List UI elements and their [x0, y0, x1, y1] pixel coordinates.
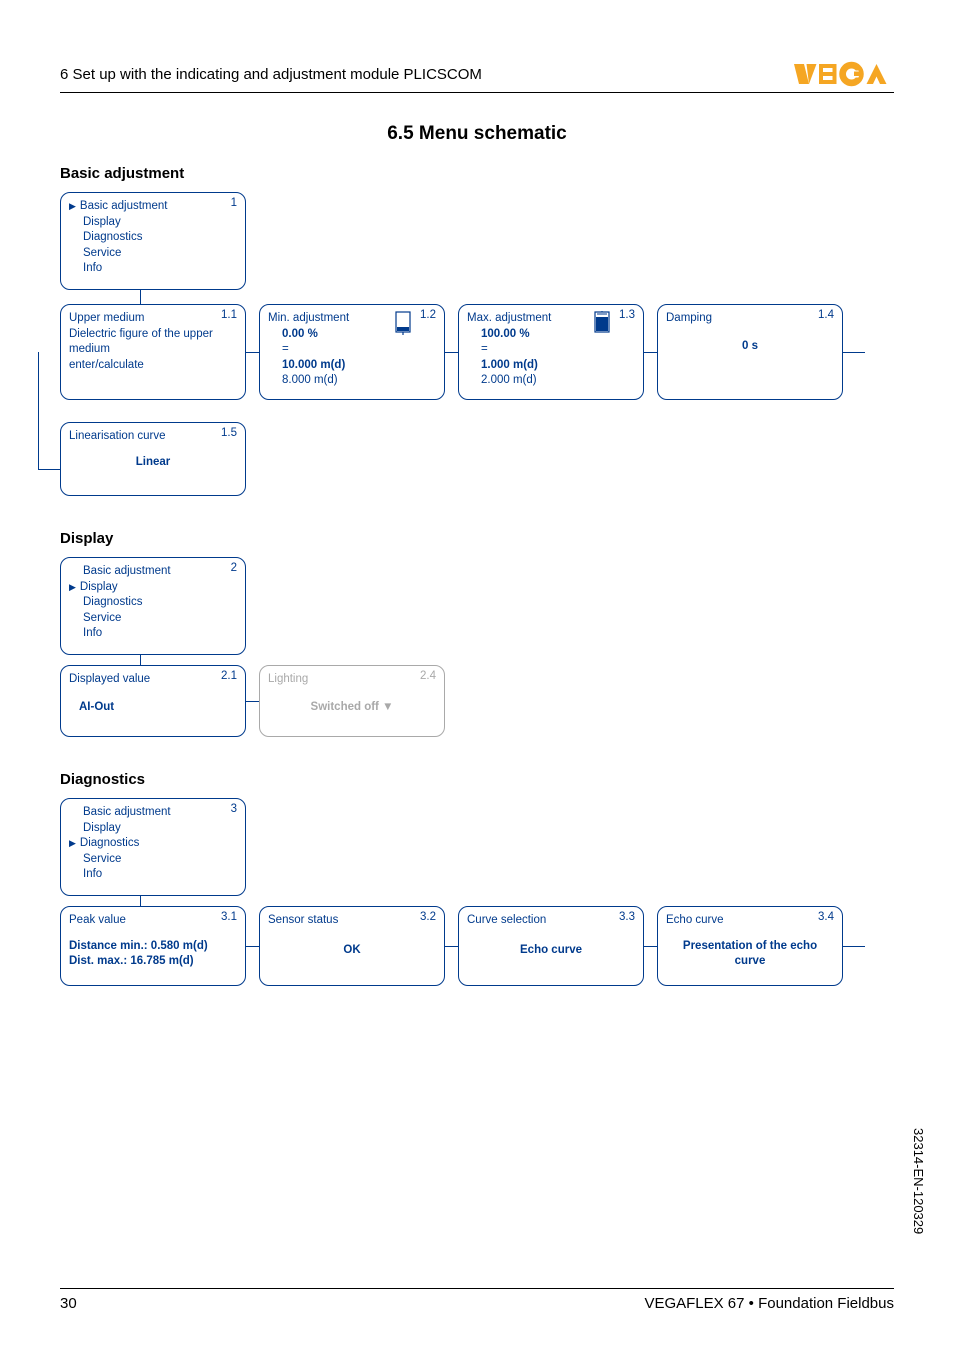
- curve-selection-box: 3.3 Curve selection Echo curve: [458, 906, 644, 986]
- box-line: 10.000 m(d): [282, 358, 436, 374]
- box-line: OK: [268, 943, 436, 959]
- box-title: Peak value: [69, 913, 237, 929]
- box-number: 2.4: [420, 670, 436, 682]
- box-number: 1.4: [818, 309, 834, 321]
- display-menu-box: 2 Basic adjustment Display Diagnostics S…: [60, 557, 246, 655]
- box-number: 1.1: [221, 309, 237, 321]
- box-line: 0.00 %: [282, 327, 436, 343]
- menu-item: Basic adjustment: [83, 805, 237, 821]
- sensor-status-box: 3.2 Sensor status OK: [259, 906, 445, 986]
- diagnostics-heading: Diagnostics: [60, 771, 894, 788]
- box-number: 3.2: [420, 911, 436, 923]
- box-line: 100.00 %: [481, 327, 635, 343]
- basic-menu-box: 1 Basic adjustment Display Diagnostics S…: [60, 192, 246, 290]
- box-number: 2.1: [221, 670, 237, 682]
- box-title: Upper medium: [69, 311, 237, 327]
- box-title: Displayed value: [69, 672, 237, 688]
- tank-high-icon: [593, 311, 611, 338]
- box-line: 8.000 m(d): [282, 373, 436, 389]
- linearisation-box: 1.5 Linearisation curve Linear: [60, 422, 246, 496]
- damping-box: 1.4 Damping 0 s: [657, 304, 843, 400]
- box-number: 3.3: [619, 911, 635, 923]
- box-line: enter/calculate: [69, 358, 237, 374]
- menu-item: Service: [83, 611, 237, 627]
- max-adjustment-box: 1.3 Max. adjustment 100.00 % = 1.000 m(d…: [458, 304, 644, 400]
- box-number: 3.1: [221, 911, 237, 923]
- box-line: Distance min.: 0.580 m(d): [69, 939, 237, 955]
- diag-menu-box: 3 Basic adjustment Display Diagnostics S…: [60, 798, 246, 896]
- menu-item: Info: [83, 867, 237, 883]
- box-line: =: [282, 342, 436, 358]
- document-code: 32314-EN-120329: [911, 1128, 926, 1234]
- menu-item: Service: [83, 852, 237, 868]
- menu-item: Diagnostics: [69, 836, 237, 852]
- menu-item: Diagnostics: [83, 595, 237, 611]
- box-title: Echo curve: [666, 913, 834, 929]
- menu-item: Service: [83, 246, 237, 262]
- page-footer: 30 VEGAFLEX 67 • Foundation Fieldbus: [60, 1288, 894, 1312]
- box-line: =: [481, 342, 635, 358]
- box-title: Curve selection: [467, 913, 635, 929]
- box-line: 1.000 m(d): [481, 358, 635, 374]
- display-heading: Display: [60, 530, 894, 547]
- box-number: 3: [231, 803, 237, 815]
- box-line: Switched off ▼: [268, 700, 436, 716]
- box-title: Lighting: [268, 672, 436, 688]
- menu-item: Display: [83, 821, 237, 837]
- display-diagram: 2 Basic adjustment Display Diagnostics S…: [60, 557, 894, 737]
- menu-item: Basic adjustment: [69, 199, 237, 215]
- box-line: Dist. max.: 16.785 m(d): [69, 954, 237, 970]
- echo-curve-box: 3.4 Echo curve Presentation of the echo …: [657, 906, 843, 986]
- upper-medium-box: 1.1 Upper medium Dielectric figure of th…: [60, 304, 246, 400]
- menu-item: Info: [83, 261, 237, 277]
- section-title: 6.5 Menu schematic: [60, 123, 894, 145]
- box-number: 2: [231, 562, 237, 574]
- vega-logo-icon: [794, 60, 894, 88]
- box-line: Dielectric figure of the upper medium: [69, 327, 237, 358]
- box-line: AI-Out: [79, 700, 237, 716]
- box-line: Presentation of the echo curve: [666, 939, 834, 970]
- basic-diagram: 1 Basic adjustment Display Diagnostics S…: [60, 192, 894, 496]
- box-line: 0 s: [666, 339, 834, 355]
- product-name: VEGAFLEX 67 • Foundation Fieldbus: [644, 1295, 894, 1312]
- menu-item: Basic adjustment: [83, 564, 237, 580]
- box-number: 1.5: [221, 427, 237, 439]
- chapter-title: 6 Set up with the indicating and adjustm…: [60, 66, 482, 83]
- box-number: 3.4: [818, 911, 834, 923]
- menu-item: Display: [69, 580, 237, 596]
- basic-heading: Basic adjustment: [60, 165, 894, 182]
- diagnostics-diagram: 3 Basic adjustment Display Diagnostics S…: [60, 798, 894, 986]
- box-line: Echo curve: [467, 943, 635, 959]
- box-number: 1: [231, 197, 237, 209]
- box-title: Linearisation curve: [69, 429, 237, 445]
- page-number: 30: [60, 1295, 77, 1312]
- displayed-value-box: 2.1 Displayed value AI-Out: [60, 665, 246, 737]
- lighting-box: 2.4 Lighting Switched off ▼: [259, 665, 445, 737]
- box-line: 2.000 m(d): [481, 373, 635, 389]
- menu-item: Info: [83, 626, 237, 642]
- box-line: Linear: [69, 455, 237, 471]
- vega-logo: [794, 60, 894, 88]
- tank-low-icon: [394, 311, 412, 338]
- box-title: Damping: [666, 311, 834, 327]
- box-number: 1.3: [619, 309, 635, 321]
- box-title: Sensor status: [268, 913, 436, 929]
- page-header: 6 Set up with the indicating and adjustm…: [60, 60, 894, 93]
- box-number: 1.2: [420, 309, 436, 321]
- min-adjustment-box: 1.2 Min. adjustment 0.00 % = 10.000 m(d)…: [259, 304, 445, 400]
- peak-value-box: 3.1 Peak value Distance min.: 0.580 m(d)…: [60, 906, 246, 986]
- menu-item: Display: [83, 215, 237, 231]
- menu-item: Diagnostics: [83, 230, 237, 246]
